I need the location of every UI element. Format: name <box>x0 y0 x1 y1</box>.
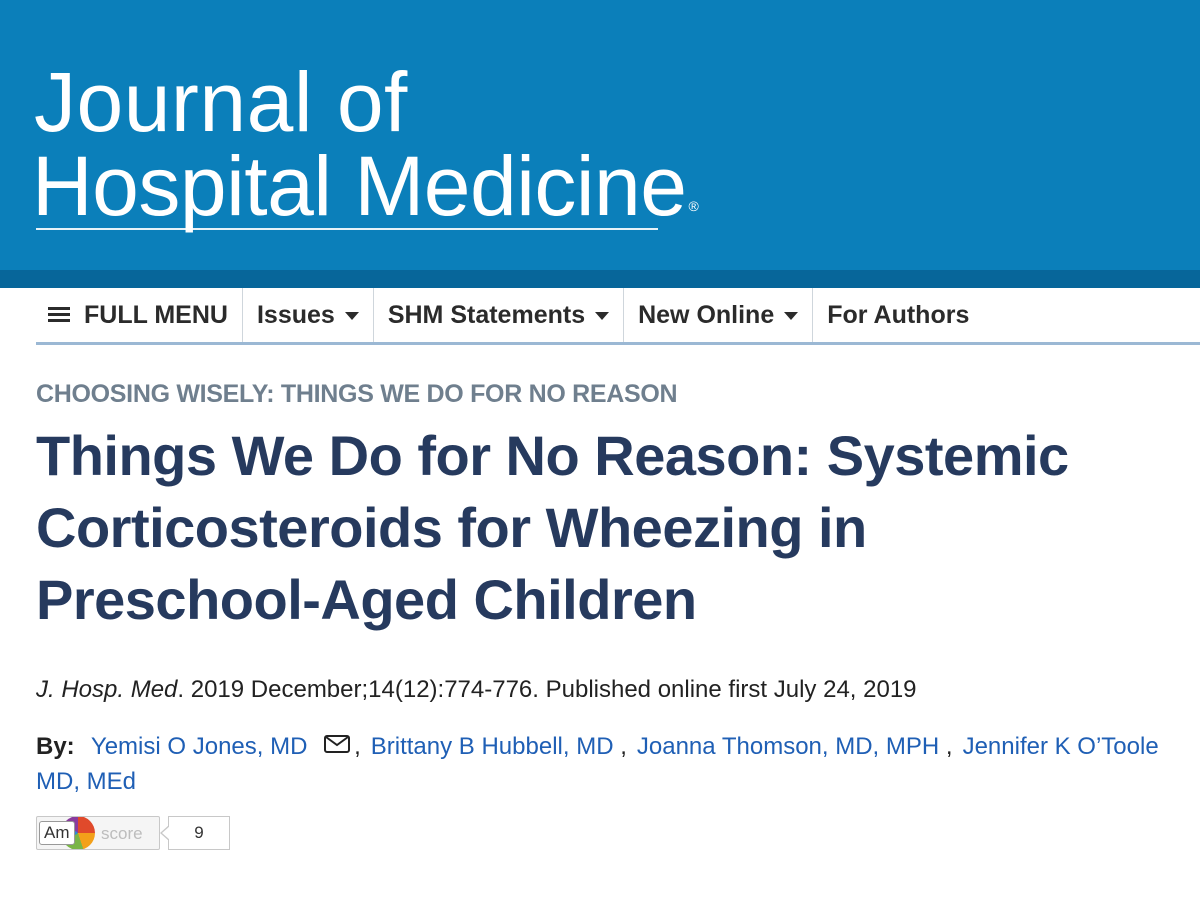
nav-divider <box>36 342 1200 345</box>
logo-underline <box>36 228 658 230</box>
nav-item-label: For Authors <box>827 300 970 329</box>
logo-line-2-text: Hospital Medicine <box>32 139 687 233</box>
author-byline: By: Yemisi O Jones, MD , Brittany B Hubbe… <box>36 730 1176 799</box>
nav-item-label: SHM Statements <box>387 300 586 329</box>
full-menu-button[interactable]: FULL MENU <box>34 288 243 342</box>
author-link[interactable]: Brittany B Hubbell, MD <box>371 733 614 760</box>
registered-mark: ® <box>688 198 699 214</box>
logo-line-2: Hospital Medicine ® <box>32 144 699 228</box>
masthead-strip <box>0 270 1200 288</box>
nav-item-for-authors[interactable]: For Authors <box>813 288 983 342</box>
nav-item-issues[interactable]: Issues <box>243 288 374 342</box>
altmetric-score[interactable]: 9 <box>160 816 230 850</box>
journal-abbrev: J. Hosp. Med <box>36 676 178 703</box>
nav-item-new-online[interactable]: New Online <box>624 288 814 342</box>
altmetric-label: Am <box>39 821 75 845</box>
nav-item-label: Issues <box>256 300 335 329</box>
altmetric-badge[interactable]: Am score <box>36 816 160 850</box>
main-nav: FULL MENU Issues SHM Statements New Onli… <box>0 288 1200 342</box>
logo-line-1: Journal of <box>34 55 408 149</box>
citation-details: . 2019 December;14(12):774-776. Publishe… <box>177 676 917 703</box>
author-separator: , <box>945 733 953 760</box>
full-menu-label: FULL MENU <box>84 300 228 329</box>
nav-item-label: New Online <box>638 300 775 329</box>
caret-down-icon <box>784 312 799 320</box>
author-separator: , <box>354 733 361 760</box>
altmetric-score-word: score <box>101 824 143 843</box>
nav-item-shm-statements[interactable]: SHM Statements <box>374 288 625 342</box>
article-title: Things We Do for No Reason: Systemic Cor… <box>36 424 1069 631</box>
hamburger-icon <box>48 307 70 323</box>
caret-down-icon <box>344 312 359 320</box>
author-link[interactable]: Joanna Thomson, MD, MPH <box>637 733 939 760</box>
envelope-icon[interactable] <box>324 729 351 763</box>
altmetric-widget: Am score 9 <box>36 815 230 851</box>
author-link[interactable]: Yemisi O Jones, MD <box>91 733 308 760</box>
by-label: By: <box>36 733 75 760</box>
article-category[interactable]: CHOOSING WISELY: THINGS WE DO FOR NO REA… <box>36 380 678 409</box>
author-separator: , <box>620 733 627 760</box>
caret-down-icon <box>595 312 610 320</box>
article-citation: J. Hosp. Med. 2019 December;14(12):774-7… <box>36 676 917 704</box>
